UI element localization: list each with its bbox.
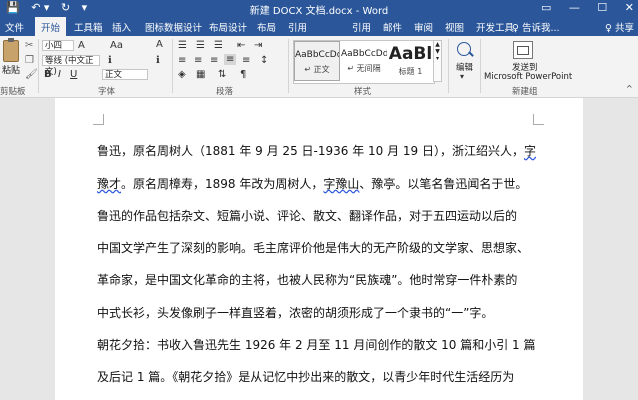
font-color-icon[interactable]: A bbox=[156, 39, 163, 50]
chevron-down-icon: ▾ bbox=[460, 72, 465, 81]
grow-font-icon[interactable]: A bbox=[78, 40, 85, 51]
search-icon[interactable] bbox=[457, 42, 471, 56]
text-run: 字豫山 bbox=[323, 177, 360, 191]
share-button[interactable]: ♀ 共享 bbox=[605, 20, 634, 34]
ribbon-home: 粘贴 ✂ ❐ 🖌 剪贴板 小四 等线 (中文正文) 正文 A Aa A ℹ ℹ … bbox=[0, 36, 638, 98]
borders-icon[interactable]: ▦ bbox=[196, 69, 205, 80]
align-center-icon[interactable]: ≡ bbox=[194, 55, 202, 66]
cut-icon[interactable]: ✂ bbox=[25, 40, 33, 51]
numbering-icon[interactable]: ☰ bbox=[196, 40, 205, 51]
powerpoint-icon[interactable] bbox=[513, 41, 533, 59]
bullets-icon[interactable]: ☰ bbox=[178, 40, 187, 51]
text-run: 字 bbox=[524, 144, 537, 158]
tab-mailings[interactable]: 邮件 bbox=[383, 20, 402, 34]
sort-icon[interactable]: ⇅ bbox=[218, 69, 226, 80]
tab-view[interactable]: 视图 bbox=[445, 20, 464, 34]
margin-corner bbox=[93, 114, 104, 125]
paste-icon[interactable] bbox=[3, 38, 19, 62]
paragraph-line: 鲁迅的作品包括杂文、短篇小说、评论、散文、翻译作品，对于五四运动以后的 bbox=[97, 209, 518, 223]
paragraph-line: 朝花夕拾：书收入鲁迅先生 1926 年 2 月至 11 月间创作的散文 10 篇… bbox=[97, 338, 536, 352]
increase-indent-icon[interactable]: ⇥ bbox=[254, 40, 262, 51]
format-painter-icon[interactable]: 🖌 bbox=[25, 69, 38, 80]
multilevel-list-icon[interactable]: ☰ bbox=[214, 40, 223, 51]
align-left-icon[interactable]: ≡ bbox=[178, 55, 186, 66]
tab-file[interactable]: 文件 bbox=[5, 20, 24, 34]
maximize-button[interactable]: ☐ bbox=[597, 1, 607, 14]
style-heading-1[interactable]: AaBl 标题 1 bbox=[388, 41, 433, 81]
font-name-combo[interactable]: 等线 (中文正文) bbox=[42, 55, 100, 77]
align-right-icon[interactable]: ≡ bbox=[210, 55, 218, 66]
style-name: 标题 1 bbox=[398, 67, 423, 76]
editing-button[interactable]: 编辑 bbox=[456, 61, 473, 73]
tab-design[interactable]: 引用 bbox=[288, 20, 307, 34]
tab-insert[interactable]: 插入 bbox=[112, 20, 131, 34]
style-combo[interactable]: 正文 bbox=[102, 69, 148, 80]
group-separator bbox=[172, 39, 173, 93]
close-button[interactable]: ✕ bbox=[625, 1, 634, 14]
phonetic-icon[interactable]: ℹ bbox=[156, 55, 160, 66]
style-no-spacing[interactable]: AaBbCcDd ↵ 无间隔 bbox=[341, 41, 387, 81]
text-run: 。原名周樟寿，1898 年改为周树人， bbox=[121, 177, 324, 191]
paste-button[interactable]: 粘贴 bbox=[2, 63, 20, 76]
italic-icon[interactable]: I bbox=[58, 69, 61, 80]
send-to-powerpoint-button[interactable]: Microsoft PowerPoint bbox=[484, 72, 572, 82]
justify-icon[interactable]: ≡ bbox=[224, 54, 237, 65]
margin-corner bbox=[533, 114, 544, 125]
ribbon-display-icon[interactable]: ▭ bbox=[541, 1, 551, 14]
collapse-ribbon-icon[interactable]: ^ bbox=[626, 84, 633, 93]
minimize-button[interactable]: — bbox=[569, 1, 580, 14]
paragraph-line: 豫才。原名周樟寿，1898 年改为周树人，字豫山、豫亭。以笔名鲁迅闻名于世。 bbox=[97, 175, 527, 192]
newgroup-label: 新建组 bbox=[512, 87, 538, 97]
tab-developer[interactable]: 开发工具 bbox=[476, 20, 514, 34]
style-name: ↵ 无间隔 bbox=[347, 64, 381, 73]
font-size-combo[interactable]: 小四 bbox=[42, 40, 74, 51]
clear-format-icon[interactable]: ℹ bbox=[108, 55, 112, 66]
line-spacing-icon[interactable]: ↕ bbox=[260, 55, 268, 66]
paragraph-line: 革命家，是中国文化革命的主将，也被人民称为“民族魂”。他时常穿一件朴素的 bbox=[97, 273, 518, 287]
bold-icon[interactable]: B bbox=[44, 69, 52, 80]
paragraph-group-label: 段落 bbox=[216, 87, 234, 97]
window-controls: ▭ — ☐ ✕ bbox=[527, 1, 634, 14]
tab-chart-design[interactable]: 图标数据设计 bbox=[145, 20, 202, 34]
font-group-label: 字体 bbox=[98, 87, 116, 97]
text-run: 鲁迅，原名周树人（1881 年 9 月 25 日-1936 年 10 月 19 … bbox=[97, 144, 524, 158]
tab-references[interactable]: 引用 bbox=[352, 20, 371, 34]
shading-icon[interactable]: ◈ bbox=[178, 69, 186, 80]
style-preview: AaBbCcDd bbox=[295, 50, 339, 60]
distributed-icon[interactable]: ≡ bbox=[242, 55, 250, 66]
group-separator bbox=[480, 39, 481, 93]
style-preview: AaBbCcDd bbox=[341, 49, 387, 59]
ribbon-tabs: 文件 开始 工具箱 插入 图标数据设计 布局设计 布局 引用 引用 邮件 审阅 … bbox=[0, 17, 638, 36]
tab-format[interactable]: 布局 bbox=[257, 20, 276, 34]
paragraph-line: 中国文学产生了深刻的影响。毛主席评价他是伟大的无产阶级的文学家、思想家、 bbox=[97, 241, 530, 255]
copy-icon[interactable]: ❐ bbox=[25, 55, 34, 66]
group-separator bbox=[38, 39, 39, 93]
tell-me-search[interactable]: ♀ 告诉我... bbox=[512, 20, 560, 34]
title-bar: 💾 ↶ ▾ ↻ ▾ 新建 DOCX 文档.docx - Word ▭ — ☐ ✕ bbox=[0, 0, 638, 17]
paragraph-line: 及后记 1 篇。《朝花夕拾》是从记忆中抄出来的散文，以青少年时代生活经历为 bbox=[97, 370, 515, 384]
tab-review[interactable]: 审阅 bbox=[414, 20, 433, 34]
tab-layout-design[interactable]: 布局设计 bbox=[209, 20, 247, 34]
text-run: 、豫亭。以笔名鲁迅闻名于世。 bbox=[359, 177, 528, 191]
paragraph-line: 中式长衫，头发像刷子一样直竖着，浓密的胡须形成了一个隶书的“一”字。 bbox=[97, 306, 494, 320]
style-name: ↵ 正文 bbox=[304, 65, 330, 74]
decrease-indent-icon[interactable]: ⇤ bbox=[237, 40, 245, 51]
style-preview: AaBl bbox=[388, 44, 433, 64]
group-separator bbox=[288, 39, 289, 93]
text-run: 豫才 bbox=[97, 177, 122, 191]
tab-toolbox[interactable]: 工具箱 bbox=[74, 20, 103, 34]
tab-home[interactable]: 开始 bbox=[35, 17, 67, 36]
clipboard-group-label: 剪贴板 bbox=[0, 87, 26, 97]
styles-gallery: AaBbCcDd ↵ 正文 AaBbCcDd ↵ 无间隔 AaBl 标题 1 bbox=[293, 40, 435, 84]
show-marks-icon[interactable]: ¶ bbox=[240, 69, 246, 80]
group-separator bbox=[448, 39, 449, 93]
styles-group-label: 样式 bbox=[354, 87, 372, 97]
paragraph-line: 鲁迅，原名周树人（1881 年 9 月 25 日-1936 年 10 月 19 … bbox=[97, 142, 536, 159]
change-case-icon[interactable]: Aa bbox=[110, 40, 123, 51]
gallery-scroll[interactable]: ▲ ▼ ▾ bbox=[433, 40, 442, 82]
underline-icon[interactable]: U bbox=[70, 69, 77, 80]
style-normal[interactable]: AaBbCcDd ↵ 正文 bbox=[294, 41, 340, 81]
